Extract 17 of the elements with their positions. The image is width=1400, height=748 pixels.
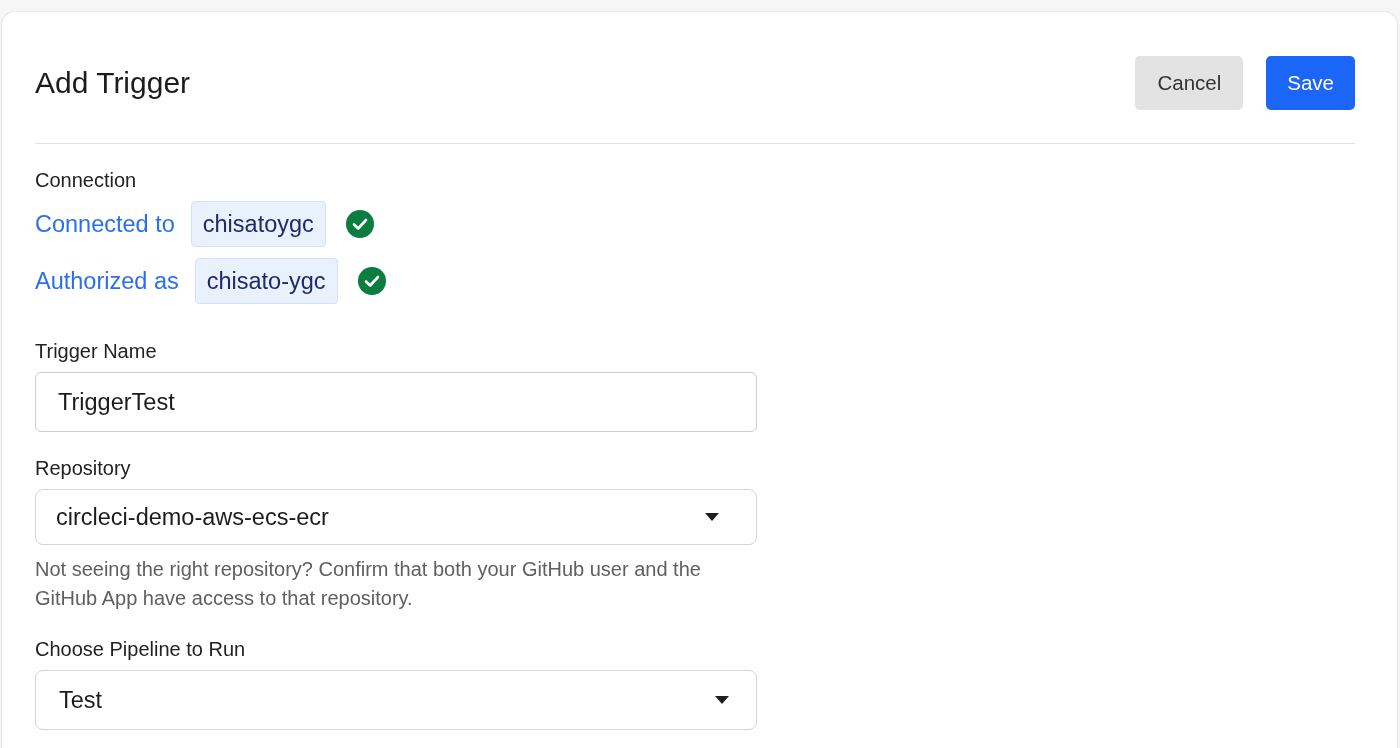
help-text: Not seeing the right repository? Confirm that both your GitHub user and the GitHub App have access to that repository. xyxy=(35,557,702,611)
field-label: Repository xyxy=(35,456,132,480)
caret-down-icon xyxy=(705,513,719,521)
cancel-button[interactable]: Cancel xyxy=(1135,56,1244,110)
select-field[interactable]: Test xyxy=(35,670,757,730)
account-chip: chisatoygc xyxy=(190,201,326,247)
save-button[interactable]: Save xyxy=(1266,56,1355,110)
page-title: Add Trigger xyxy=(35,66,191,100)
field-label: Choose Pipeline to Run xyxy=(35,637,247,661)
text-input[interactable]: TriggerTest xyxy=(35,372,757,432)
select-field[interactable]: circleci-demo-aws-ecs-ecr xyxy=(35,489,757,545)
connection-link[interactable]: Connected to xyxy=(35,210,175,238)
caret-down-icon xyxy=(715,696,729,704)
account-chip: chisato-ygc xyxy=(194,258,338,304)
field-label: Trigger Name xyxy=(35,339,158,363)
connection-link[interactable]: Authorized as xyxy=(35,267,179,295)
section-label: Connection xyxy=(35,168,138,192)
